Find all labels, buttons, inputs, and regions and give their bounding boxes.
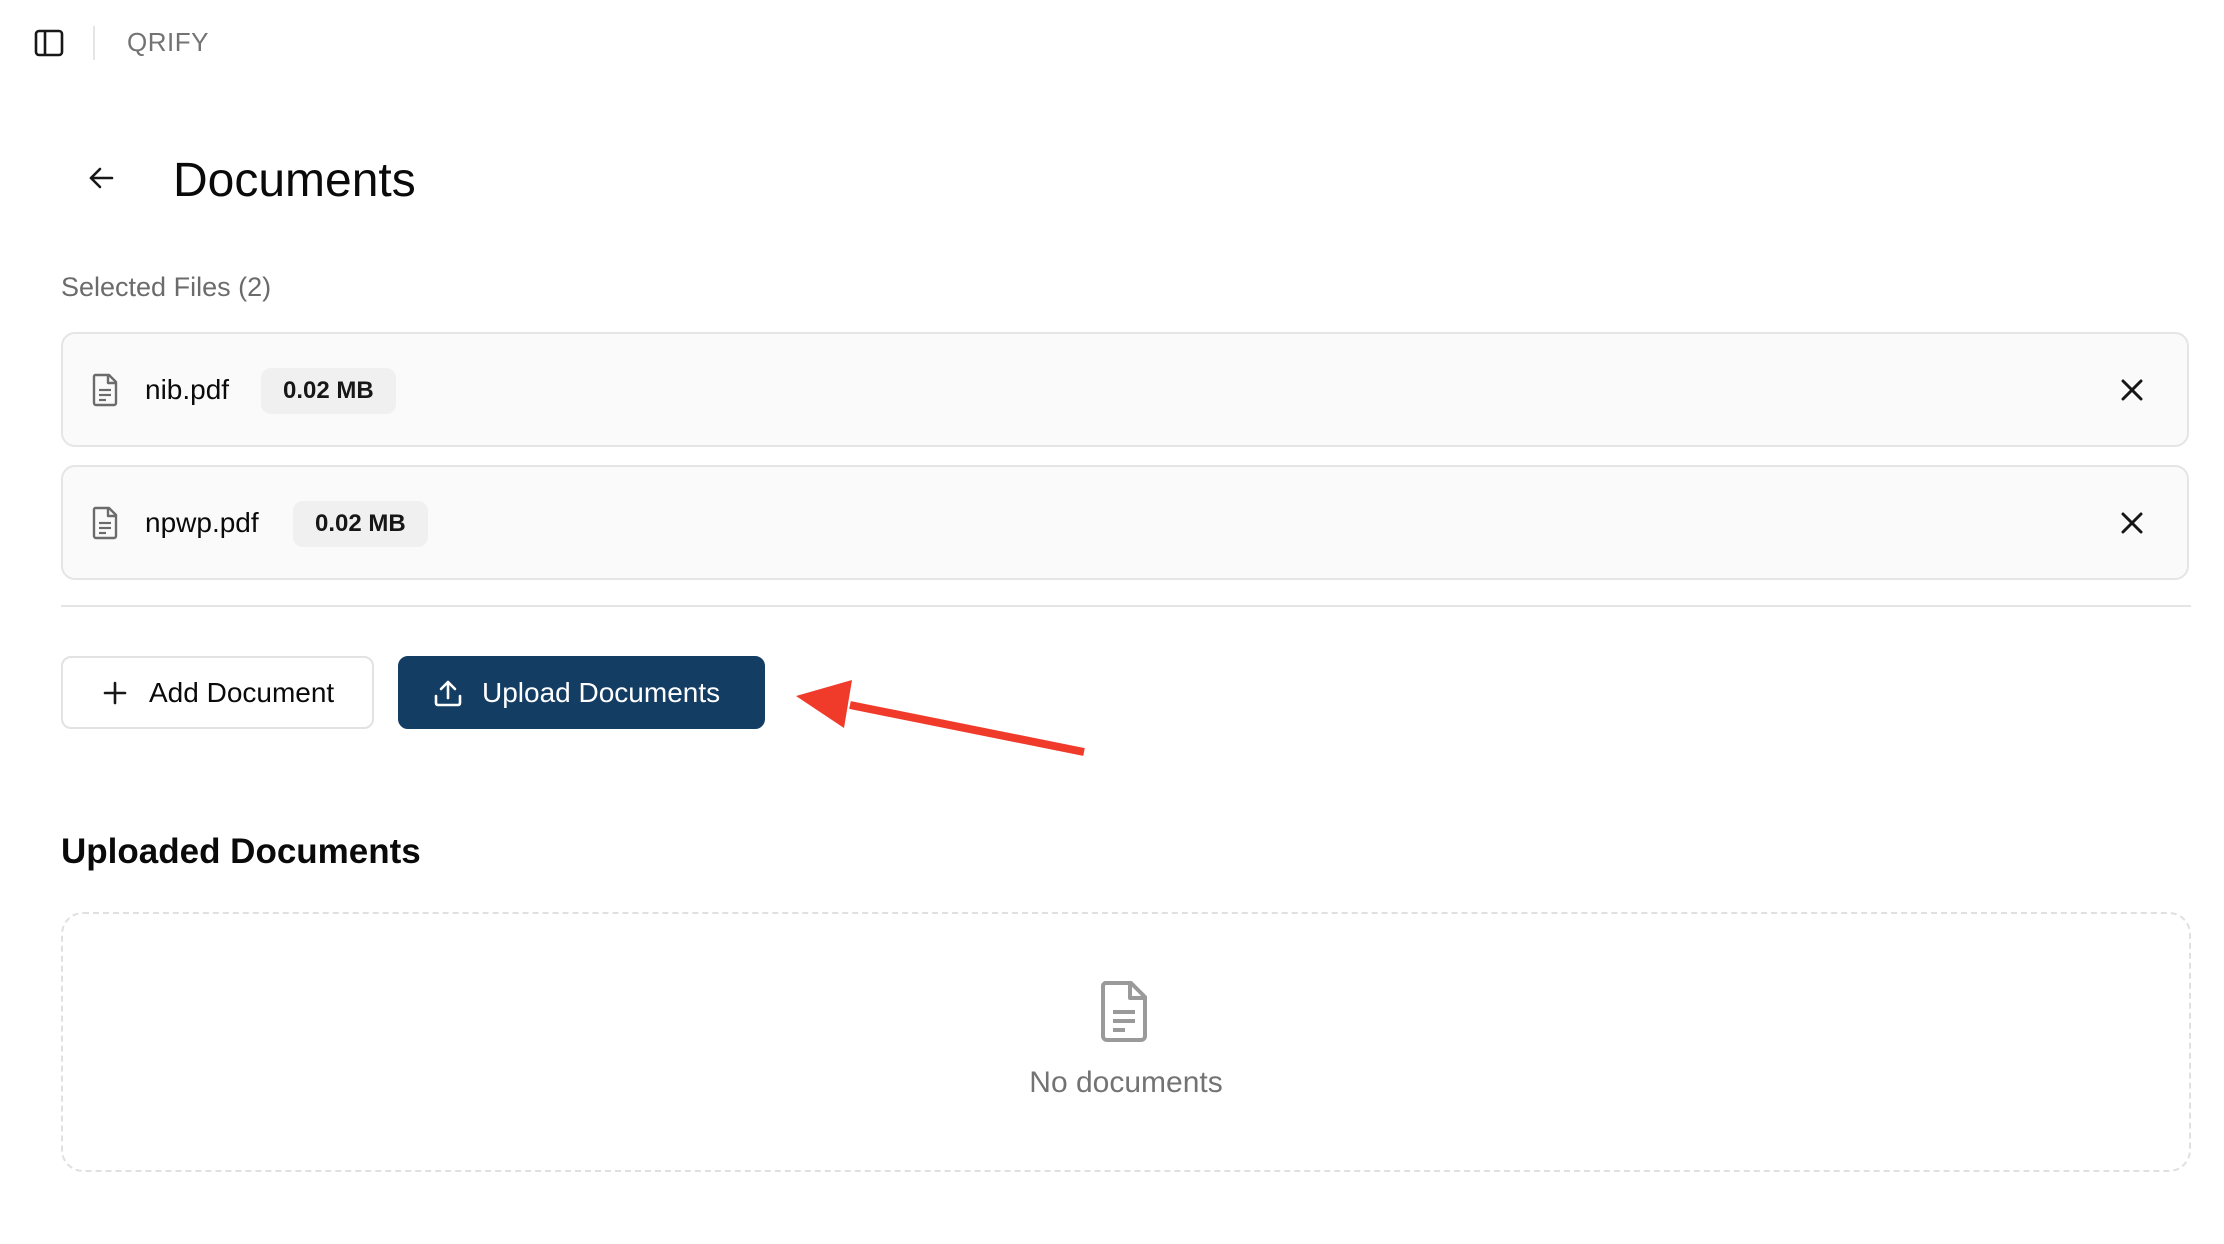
file-size-badge: 0.02 MB bbox=[261, 368, 396, 414]
remove-file-button[interactable] bbox=[2115, 373, 2149, 407]
uploaded-documents-empty-state: No documents bbox=[61, 912, 2191, 1172]
section-separator bbox=[61, 605, 2191, 607]
back-button[interactable] bbox=[80, 157, 122, 199]
file-name: npwp.pdf bbox=[145, 507, 259, 538]
add-document-button[interactable]: Add Document bbox=[61, 656, 374, 729]
add-document-label: Add Document bbox=[149, 676, 335, 708]
selected-file-row: npwp.pdf 0.02 MB bbox=[61, 465, 2189, 580]
page-title: Documents bbox=[173, 154, 416, 207]
plus-icon bbox=[99, 677, 131, 709]
selected-file-row: nib.pdf 0.02 MB bbox=[61, 332, 2189, 447]
document-icon bbox=[1100, 981, 1147, 1042]
topbar-divider bbox=[93, 26, 95, 60]
upload-documents-button[interactable]: Upload Documents bbox=[398, 656, 765, 729]
top-bar: QRIFY bbox=[0, 0, 2224, 86]
close-icon bbox=[2121, 379, 2143, 401]
remove-file-button[interactable] bbox=[2115, 506, 2149, 540]
close-icon bbox=[2121, 512, 2143, 534]
empty-state-text: No documents bbox=[1029, 1066, 1223, 1099]
sidebar-toggle-button[interactable] bbox=[30, 26, 68, 60]
uploaded-documents-heading: Uploaded Documents bbox=[61, 832, 421, 871]
annotation-arrow-icon bbox=[796, 680, 1085, 756]
upload-icon bbox=[432, 677, 464, 709]
app-name: QRIFY bbox=[127, 27, 209, 57]
documents-page: QRIFY Documents Selected Files (2) nib.p… bbox=[0, 0, 2224, 1244]
sidebar-toggle-icon bbox=[34, 29, 64, 57]
selected-files-label: Selected Files (2) bbox=[61, 272, 272, 302]
file-icon bbox=[92, 506, 118, 540]
arrow-left-icon bbox=[89, 167, 114, 189]
file-name: nib.pdf bbox=[145, 374, 230, 405]
file-icon bbox=[92, 373, 118, 407]
upload-documents-label: Upload Documents bbox=[482, 676, 721, 708]
file-size-badge: 0.02 MB bbox=[293, 501, 428, 547]
